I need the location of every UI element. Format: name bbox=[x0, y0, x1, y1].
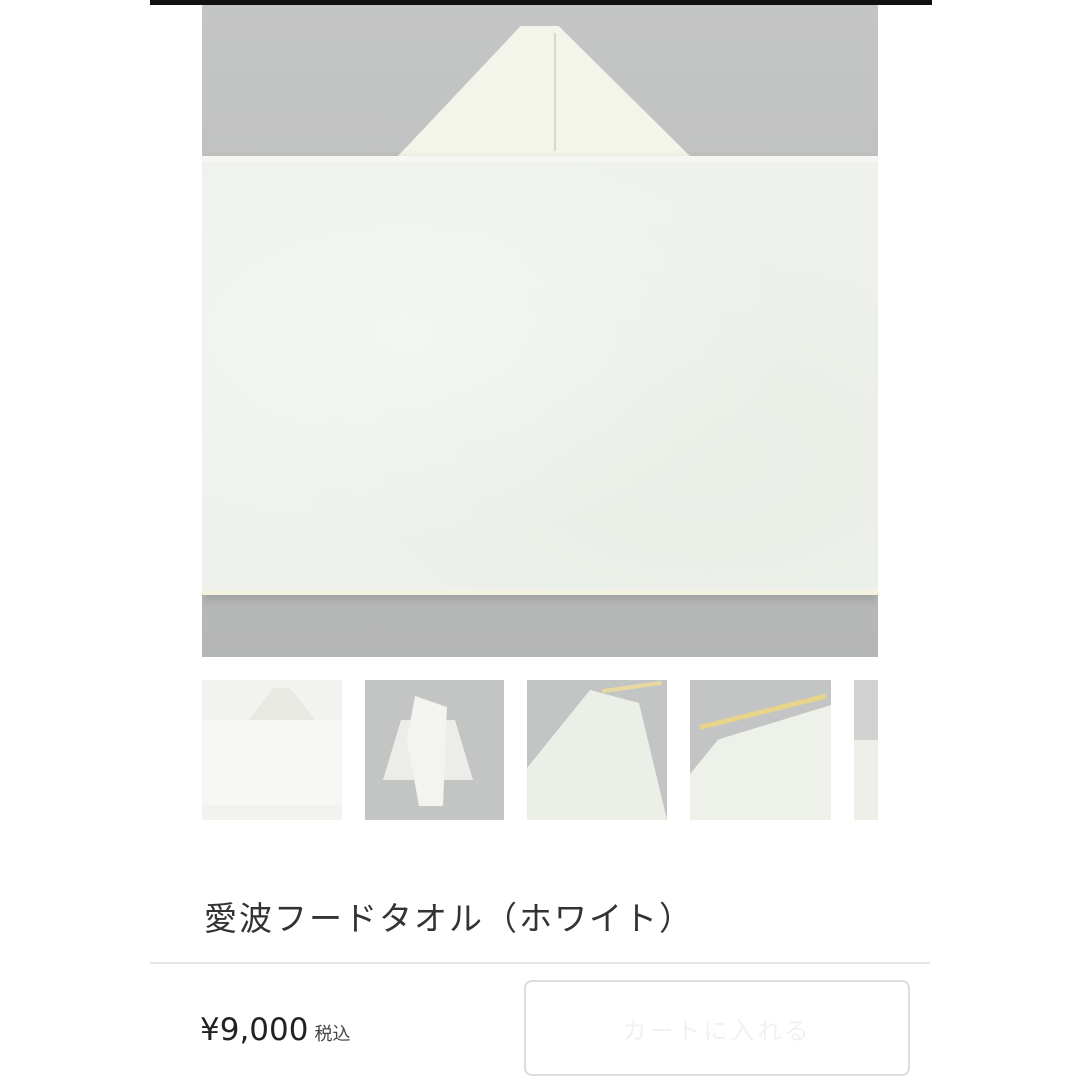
towel-body bbox=[202, 156, 878, 595]
thumbnail-5[interactable] bbox=[854, 680, 878, 820]
thumbnail-4[interactable] bbox=[690, 680, 831, 820]
add-to-cart-label: カートに入れる bbox=[622, 1016, 812, 1045]
price-value: ¥9,000 bbox=[200, 1012, 309, 1048]
thumbnail-3[interactable] bbox=[527, 680, 667, 820]
section-divider bbox=[150, 962, 930, 964]
main-product-image bbox=[202, 5, 878, 657]
add-to-cart-button[interactable]: カートに入れる bbox=[524, 980, 910, 1076]
thumbnail-1[interactable] bbox=[202, 680, 342, 820]
towel-hood bbox=[398, 26, 690, 156]
thumbnail-strip[interactable] bbox=[202, 680, 878, 820]
product-price: ¥9,000 税込 bbox=[200, 1012, 350, 1048]
thumbnail-2[interactable] bbox=[365, 680, 504, 820]
tax-label: 税込 bbox=[314, 1024, 351, 1045]
product-title: 愛波フードタオル（ホワイト） bbox=[204, 899, 694, 938]
hood-seam bbox=[554, 33, 556, 151]
